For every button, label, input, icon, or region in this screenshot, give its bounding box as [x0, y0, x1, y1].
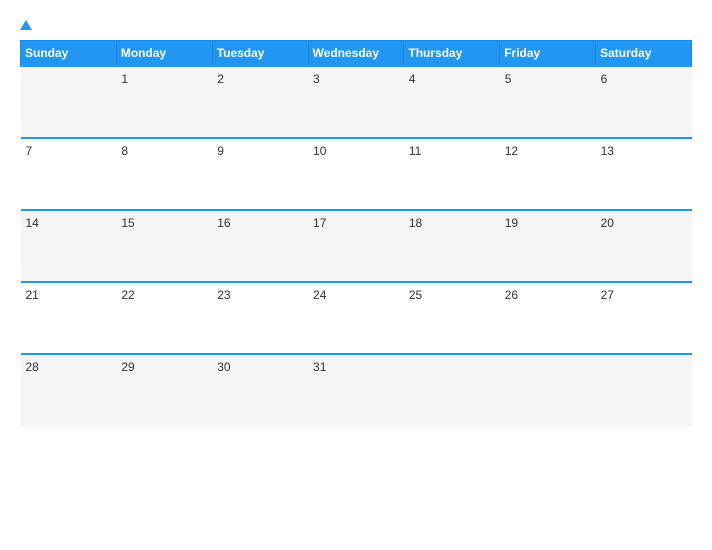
day-number: 22 — [121, 288, 134, 302]
day-number: 27 — [601, 288, 614, 302]
calendar-day-cell: 16 — [212, 210, 308, 282]
calendar-day-cell: 22 — [116, 282, 212, 354]
calendar-week-row: 1 2 3 4 5 6 — [21, 66, 692, 138]
logo-triangle-icon — [20, 20, 32, 30]
day-of-week-thursday: Thursday — [404, 41, 500, 67]
calendar-week-row: 14 15 16 17 18 19 20 — [21, 210, 692, 282]
calendar-day-cell: 14 — [21, 210, 117, 282]
day-number: 10 — [313, 144, 326, 158]
day-number: 20 — [601, 216, 614, 230]
calendar-day-cell — [21, 66, 117, 138]
calendar-table: SundayMondayTuesdayWednesdayThursdayFrid… — [20, 40, 692, 426]
calendar-day-cell: 26 — [500, 282, 596, 354]
calendar-day-cell: 20 — [596, 210, 692, 282]
day-number: 11 — [409, 144, 421, 158]
calendar-day-cell: 24 — [308, 282, 404, 354]
day-number: 31 — [313, 360, 326, 374]
calendar-week-row: 7 8 9 10 11 12 13 — [21, 138, 692, 210]
calendar-day-cell — [596, 354, 692, 426]
calendar-header-row: SundayMondayTuesdayWednesdayThursdayFrid… — [21, 41, 692, 67]
day-number: 7 — [26, 144, 33, 158]
day-number: 4 — [409, 72, 416, 86]
day-number: 15 — [121, 216, 134, 230]
calendar-day-cell: 28 — [21, 354, 117, 426]
calendar-day-cell: 13 — [596, 138, 692, 210]
calendar-day-cell: 1 — [116, 66, 212, 138]
calendar-week-row: 28 29 30 31 — [21, 354, 692, 426]
calendar-day-cell: 15 — [116, 210, 212, 282]
calendar-day-cell: 31 — [308, 354, 404, 426]
calendar-day-cell — [500, 354, 596, 426]
day-number: 25 — [409, 288, 422, 302]
day-number: 24 — [313, 288, 326, 302]
day-number: 5 — [505, 72, 512, 86]
day-of-week-tuesday: Tuesday — [212, 41, 308, 67]
logo-blue-text — [20, 20, 35, 30]
day-of-week-wednesday: Wednesday — [308, 41, 404, 67]
day-number: 12 — [505, 144, 518, 158]
calendar-day-cell: 30 — [212, 354, 308, 426]
calendar-day-cell: 29 — [116, 354, 212, 426]
calendar-day-cell — [404, 354, 500, 426]
calendar-day-cell: 10 — [308, 138, 404, 210]
calendar-day-cell: 23 — [212, 282, 308, 354]
calendar-day-cell: 11 — [404, 138, 500, 210]
day-of-week-saturday: Saturday — [596, 41, 692, 67]
day-of-week-friday: Friday — [500, 41, 596, 67]
day-number: 14 — [26, 216, 39, 230]
calendar-day-cell: 25 — [404, 282, 500, 354]
day-number: 16 — [217, 216, 230, 230]
calendar-header — [20, 20, 692, 30]
calendar-week-row: 21 22 23 24 25 26 27 — [21, 282, 692, 354]
calendar-day-cell: 2 — [212, 66, 308, 138]
calendar-day-cell: 17 — [308, 210, 404, 282]
day-number: 19 — [505, 216, 518, 230]
calendar-day-cell: 6 — [596, 66, 692, 138]
day-number: 1 — [121, 72, 128, 86]
day-number: 18 — [409, 216, 422, 230]
calendar-page: SundayMondayTuesdayWednesdayThursdayFrid… — [0, 0, 712, 550]
logo — [20, 20, 35, 30]
calendar-day-cell: 9 — [212, 138, 308, 210]
calendar-day-cell: 27 — [596, 282, 692, 354]
calendar-day-cell: 7 — [21, 138, 117, 210]
day-number: 29 — [121, 360, 134, 374]
day-number: 3 — [313, 72, 320, 86]
day-number: 17 — [313, 216, 326, 230]
day-number: 23 — [217, 288, 230, 302]
calendar-day-cell: 3 — [308, 66, 404, 138]
calendar-day-cell: 8 — [116, 138, 212, 210]
calendar-day-cell: 12 — [500, 138, 596, 210]
calendar-day-cell: 21 — [21, 282, 117, 354]
calendar-day-cell: 19 — [500, 210, 596, 282]
days-of-week-row: SundayMondayTuesdayWednesdayThursdayFrid… — [21, 41, 692, 67]
calendar-day-cell: 18 — [404, 210, 500, 282]
day-of-week-sunday: Sunday — [21, 41, 117, 67]
day-number: 28 — [26, 360, 39, 374]
calendar-day-cell: 4 — [404, 66, 500, 138]
day-number: 6 — [601, 72, 608, 86]
day-number: 2 — [217, 72, 224, 86]
day-number: 30 — [217, 360, 230, 374]
day-number: 8 — [121, 144, 128, 158]
calendar-body: 1234567891011121314151617181920212223242… — [21, 66, 692, 426]
calendar-day-cell: 5 — [500, 66, 596, 138]
day-number: 21 — [26, 288, 39, 302]
day-of-week-monday: Monday — [116, 41, 212, 67]
day-number: 13 — [601, 144, 614, 158]
day-number: 9 — [217, 144, 224, 158]
day-number: 26 — [505, 288, 518, 302]
